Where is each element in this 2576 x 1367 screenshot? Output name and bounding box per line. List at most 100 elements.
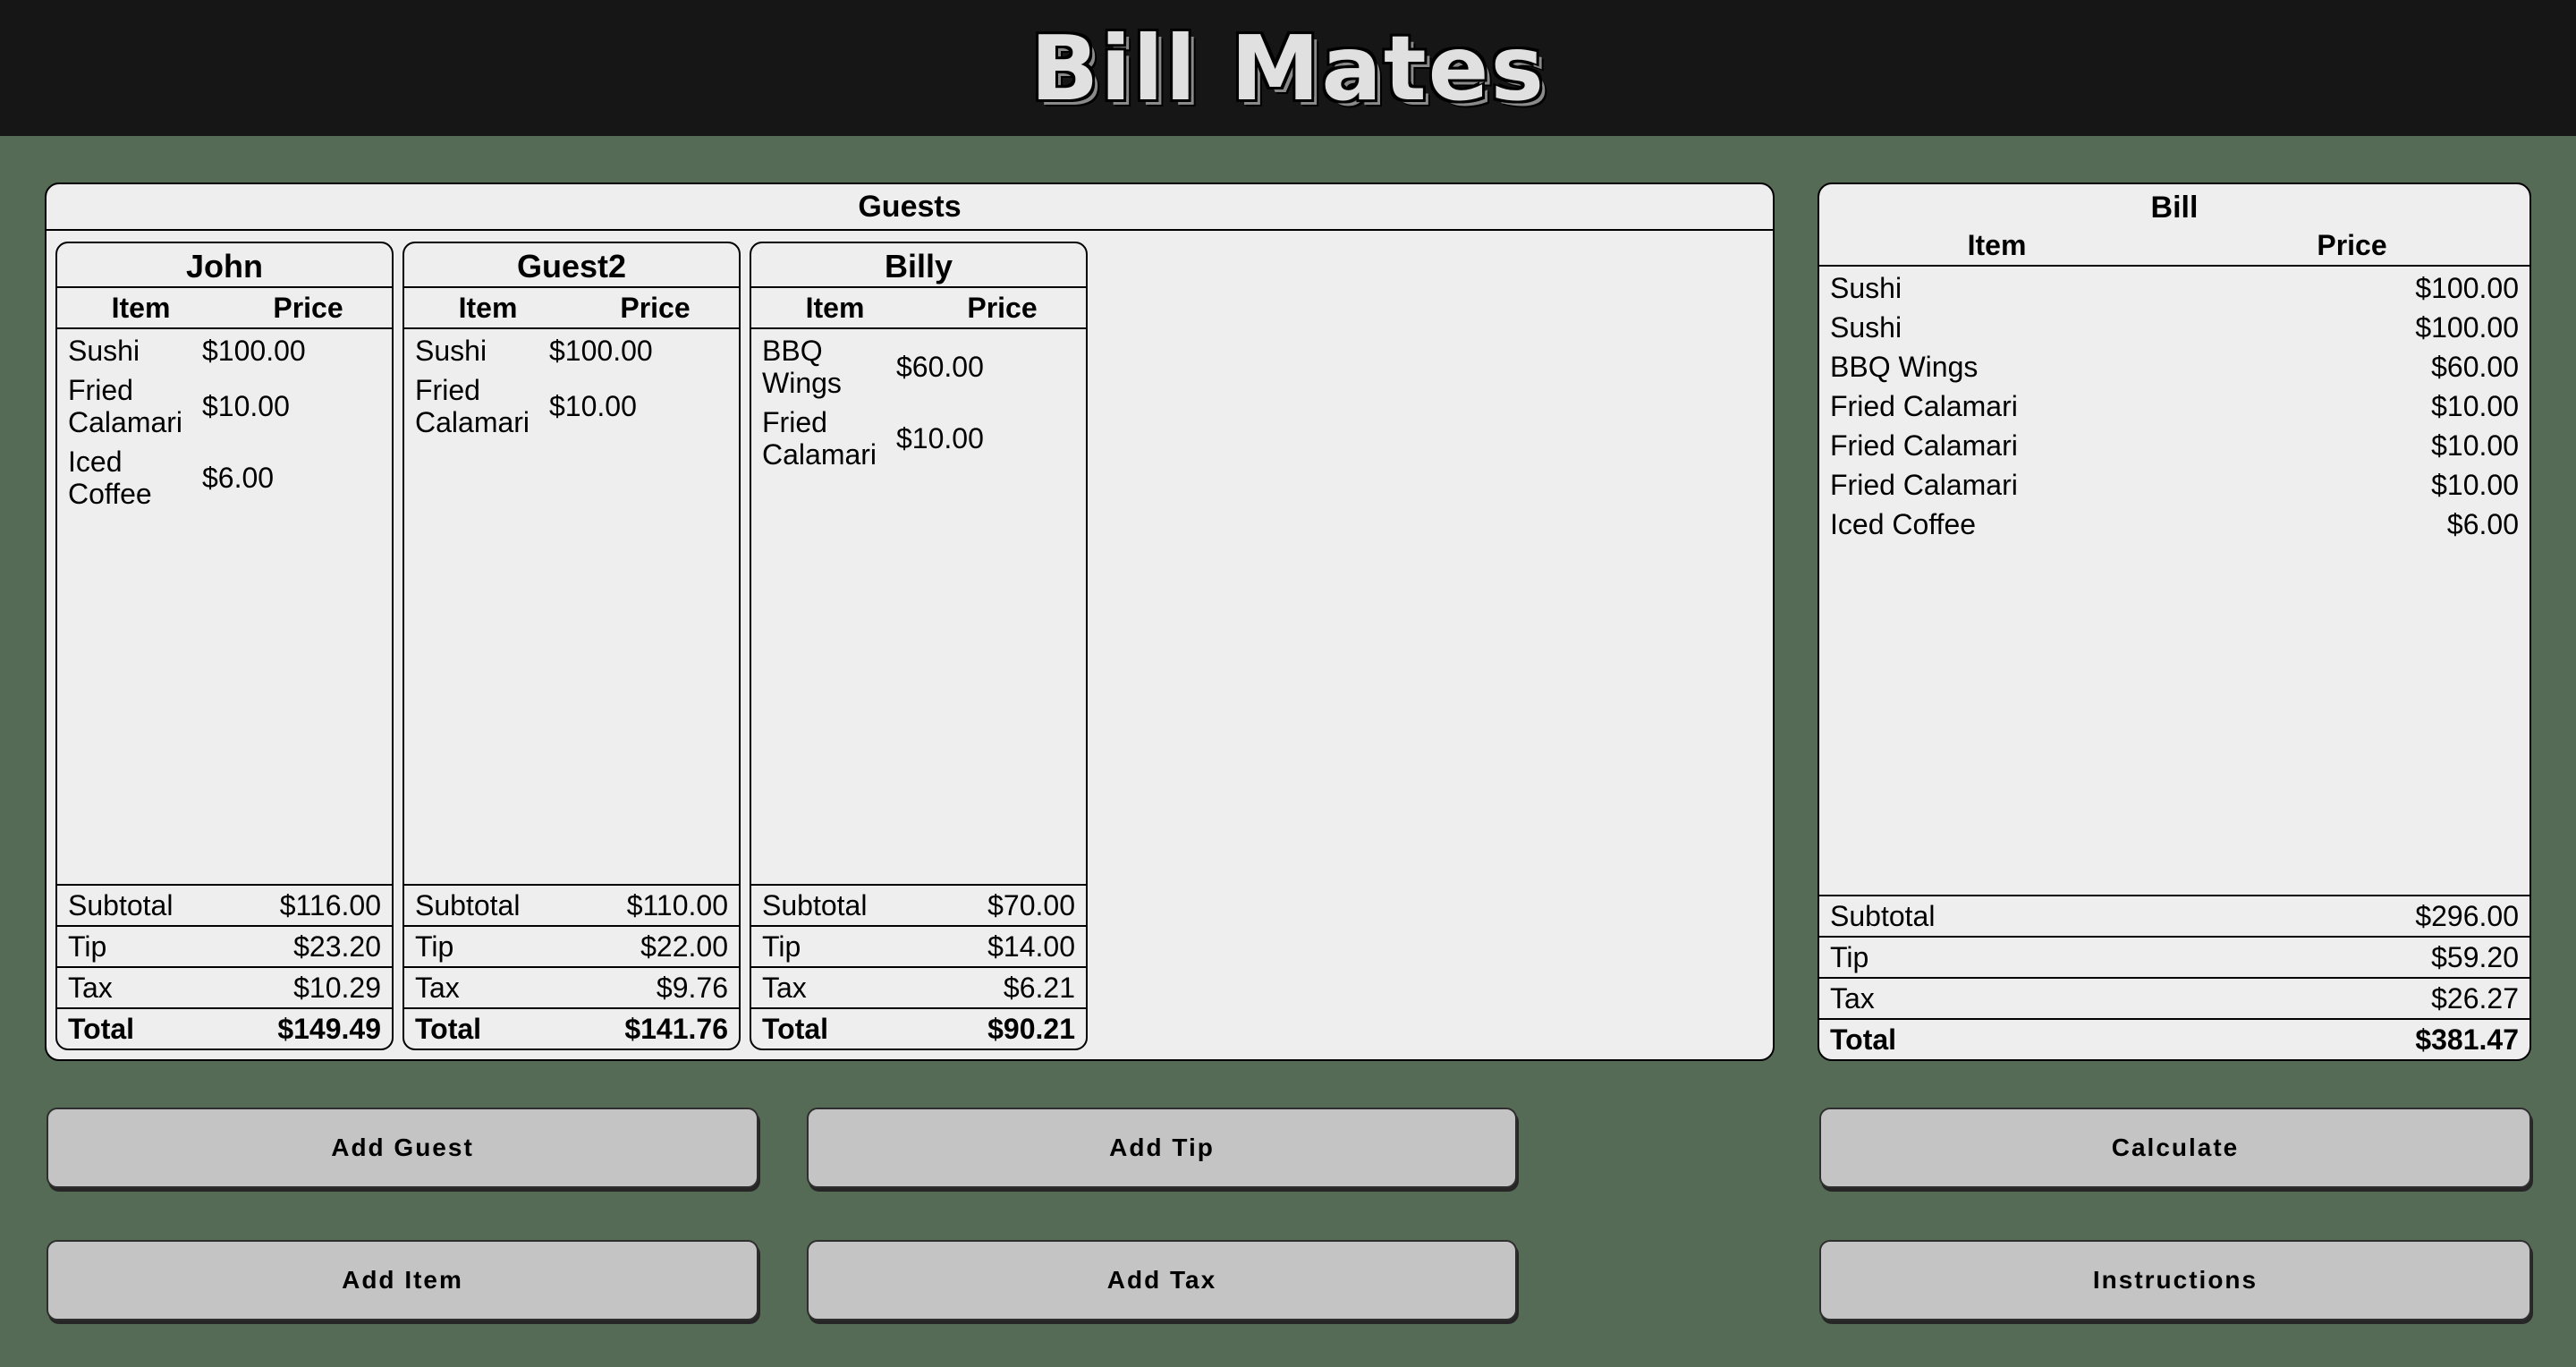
tip-row: Tip $59.20 — [1819, 936, 2529, 977]
price-column-header: Price — [620, 292, 691, 324]
item-price: $100.00 — [2415, 311, 2519, 344]
subtotal-value: $110.00 — [626, 889, 728, 921]
tax-label: Tax — [762, 972, 807, 1004]
list-item: BBQ Wings $60.00 — [1830, 351, 2519, 383]
add-guest-button[interactable]: Add Guest — [47, 1108, 758, 1188]
price-column-header: Price — [967, 292, 1038, 324]
guest-name: Billy — [751, 243, 1086, 288]
tip-row: Tip $22.00 — [404, 925, 739, 966]
subtotal-row: Subtotal $116.00 — [57, 884, 392, 925]
add-tax-button[interactable]: Add Tax — [807, 1240, 1517, 1320]
list-item: Iced Coffee $6.00 — [68, 446, 381, 510]
total-label: Total — [762, 1013, 829, 1045]
total-row: Total $141.76 — [404, 1007, 739, 1049]
subtotal-value: $296.00 — [2415, 900, 2519, 932]
total-label: Total — [1830, 1023, 1897, 1056]
total-value: $381.47 — [2415, 1023, 2519, 1056]
instructions-button[interactable]: Instructions — [1819, 1240, 2531, 1320]
item-price: $10.00 — [2431, 390, 2519, 422]
item-price: $10.00 — [549, 390, 637, 422]
tip-row: Tip $14.00 — [751, 925, 1086, 966]
item-list: Sushi $100.00 Fried Calamari $10.00 Iced… — [57, 329, 392, 884]
subtotal-row: Subtotal $70.00 — [751, 884, 1086, 925]
item-price: $6.00 — [202, 462, 275, 494]
app-title: Bill Mates — [1030, 15, 1546, 121]
item-price: $60.00 — [896, 351, 984, 383]
item-name: Sushi — [1830, 272, 1902, 304]
tip-label: Tip — [68, 930, 107, 963]
tip-value: $59.20 — [2431, 941, 2519, 973]
item-name: Fried Calamari — [415, 374, 530, 438]
app-header: Bill Mates — [0, 0, 2576, 136]
total-row: Total $90.21 — [751, 1007, 1086, 1049]
subtotal-row: Subtotal $296.00 — [1819, 895, 2529, 936]
tip-row: Tip $23.20 — [57, 925, 392, 966]
tip-value: $23.20 — [293, 930, 381, 963]
tax-label: Tax — [68, 972, 113, 1004]
list-item: BBQ Wings $60.00 — [762, 335, 1075, 399]
item-price: $60.00 — [2431, 351, 2519, 383]
column-headers: Item Price — [751, 288, 1086, 329]
item-price: $10.00 — [2431, 469, 2519, 501]
item-column-header: Item — [458, 292, 518, 324]
item-name: Sushi — [68, 335, 140, 367]
tax-row: Tax $9.76 — [404, 966, 739, 1007]
subtotal-label: Subtotal — [415, 889, 521, 921]
bill-panel-title: Bill — [2150, 191, 2199, 225]
item-column-header: Item — [1967, 229, 2027, 261]
tax-value: $9.76 — [656, 972, 728, 1004]
item-price: $10.00 — [896, 422, 984, 454]
item-name: Iced Coffee — [1830, 508, 1977, 540]
item-name: Sushi — [1830, 311, 1902, 344]
subtotal-label: Subtotal — [762, 889, 868, 921]
list-item: Sushi $100.00 — [68, 335, 381, 367]
tip-label: Tip — [762, 930, 801, 963]
item-name: BBQ Wings — [762, 335, 842, 399]
tip-value: $14.00 — [987, 930, 1075, 963]
add-item-button[interactable]: Add Item — [47, 1240, 758, 1320]
guests-panel: Guests John Item Price Sushi $100.00 Fri… — [45, 183, 1775, 1061]
item-column-header: Item — [805, 292, 865, 324]
item-name: Fried Calamari — [1830, 429, 2018, 462]
total-value: $149.49 — [277, 1013, 381, 1045]
list-item: Fried Calamari $10.00 — [68, 374, 381, 438]
item-name: Fried Calamari — [68, 374, 183, 438]
tip-value: $22.00 — [640, 930, 728, 963]
item-price: $100.00 — [202, 335, 306, 367]
tip-label: Tip — [1830, 941, 1869, 973]
bill-panel: Bill Item Price Sushi $100.00 Sushi $100… — [1818, 183, 2531, 1061]
subtotal-value: $70.00 — [987, 889, 1075, 921]
tax-label: Tax — [415, 972, 460, 1004]
item-name: Fried Calamari — [762, 406, 877, 471]
list-item: Sushi $100.00 — [415, 335, 728, 367]
item-name: BBQ Wings — [1830, 351, 1979, 383]
tax-label: Tax — [1830, 982, 1875, 1015]
total-row: Total $149.49 — [57, 1007, 392, 1049]
calculate-button[interactable]: Calculate — [1819, 1108, 2531, 1188]
total-row: Total $381.47 — [1819, 1018, 2529, 1059]
add-tip-button[interactable]: Add Tip — [807, 1108, 1517, 1188]
item-name: Fried Calamari — [1830, 469, 2018, 501]
guest-card-guest2: Guest2 Item Price Sushi $100.00 Fried Ca… — [402, 242, 741, 1050]
column-headers: Item Price — [404, 288, 739, 329]
tax-value: $26.27 — [2431, 982, 2519, 1015]
item-price: $10.00 — [202, 390, 290, 422]
tip-label: Tip — [415, 930, 454, 963]
subtotal-value: $116.00 — [279, 889, 381, 921]
item-price: $100.00 — [549, 335, 653, 367]
guest-card-john: John Item Price Sushi $100.00 Fried Cala… — [55, 242, 394, 1050]
list-item: Fried Calamari $10.00 — [762, 406, 1075, 471]
tax-row: Tax $10.29 — [57, 966, 392, 1007]
item-name: Iced Coffee — [68, 446, 152, 510]
list-item: Fried Calamari $10.00 — [1830, 469, 2519, 501]
item-name: Fried Calamari — [1830, 390, 2018, 422]
guest-cards: John Item Price Sushi $100.00 Fried Cala… — [55, 242, 1088, 1050]
total-label: Total — [415, 1013, 482, 1045]
list-item: Sushi $100.00 — [1830, 272, 2519, 304]
item-price: $100.00 — [2415, 272, 2519, 304]
price-column-header: Price — [2317, 229, 2387, 261]
tax-row: Tax $26.27 — [1819, 977, 2529, 1018]
tax-row: Tax $6.21 — [751, 966, 1086, 1007]
guests-panel-title: Guests — [47, 184, 1773, 231]
column-headers: Item Price — [57, 288, 392, 329]
